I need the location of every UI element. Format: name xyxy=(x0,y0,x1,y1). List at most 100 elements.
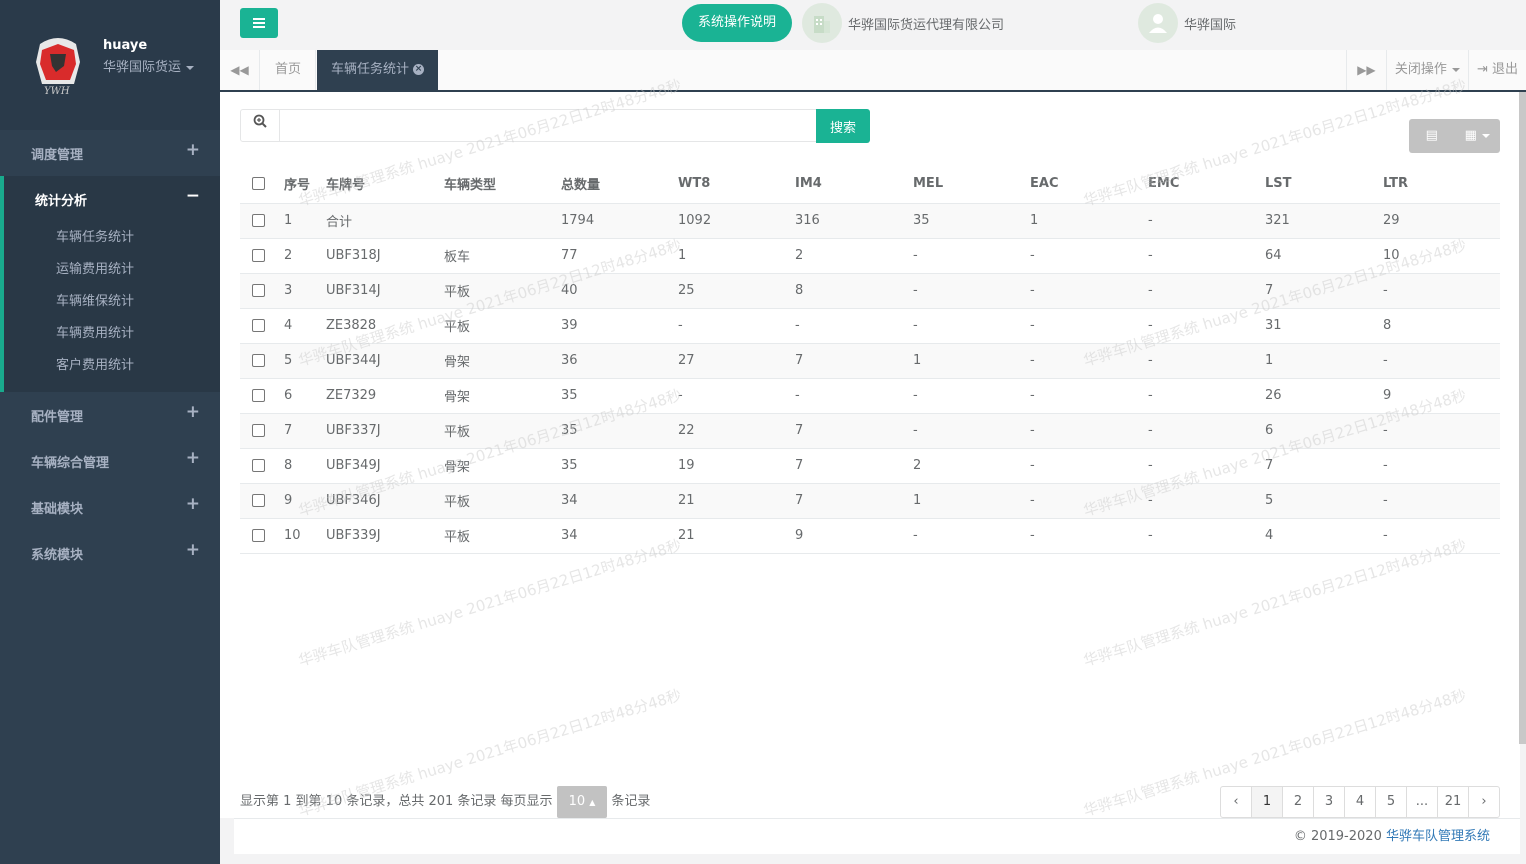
close-icon[interactable]: × xyxy=(413,64,425,75)
subnav-transport-cost[interactable]: 运输费用统计 xyxy=(4,254,220,286)
columns-dropdown-button[interactable]: ▦ xyxy=(1455,119,1501,153)
cell-eac: - xyxy=(1022,308,1140,344)
page-button[interactable]: 3 xyxy=(1313,786,1345,818)
nav-vehicle-management[interactable]: 车辆综合管理 + xyxy=(0,438,220,484)
subnav-vehicle-maintenance[interactable]: 车辆维保统计 xyxy=(4,286,220,318)
current-user[interactable]: 华骅国际 xyxy=(1138,2,1236,44)
table-row[interactable]: 5 UBF344J 骨架 36 27 7 1- -1- xyxy=(240,343,1500,379)
row-checkbox[interactable] xyxy=(252,249,265,262)
cell-im4: - xyxy=(787,378,905,414)
row-checkbox[interactable] xyxy=(252,214,265,227)
page-size-dropdown[interactable]: 10 ▲ xyxy=(556,786,608,818)
col-header-wt8[interactable]: WT8 xyxy=(670,164,787,204)
page-button[interactable]: 2 xyxy=(1282,786,1314,818)
user-name[interactable]: huaye xyxy=(103,38,147,53)
nav-system-module[interactable]: 系统模块 + xyxy=(0,530,220,576)
table-row[interactable]: 9 UBF346J 平板 34 21 7 1- -5- xyxy=(240,483,1500,519)
cell-lst: 1 xyxy=(1257,343,1375,379)
cell-mel: - xyxy=(905,378,1022,414)
close-ops-dropdown[interactable]: 关闭操作 xyxy=(1385,50,1468,90)
row-select-cell xyxy=(240,483,276,519)
sidebar: YWH huaye 华骅国际货运 调度管理 + 统计分析 − 车辆任务统计 运输… xyxy=(0,0,220,864)
page-button[interactable]: 4 xyxy=(1344,786,1376,818)
cell-mel: - xyxy=(905,308,1022,344)
tab-home[interactable]: 首页 xyxy=(261,50,317,90)
page-button[interactable]: 5 xyxy=(1375,786,1407,818)
col-header-vehicle-type[interactable]: 车辆类型 xyxy=(436,164,553,204)
cell-vehicle-type: 骨架 xyxy=(436,448,553,484)
row-checkbox[interactable] xyxy=(252,459,265,472)
plus-icon: + xyxy=(185,494,200,514)
page-prev-button[interactable]: ‹ xyxy=(1220,786,1252,818)
scrollbar[interactable] xyxy=(1519,92,1526,744)
table-row[interactable]: 6 ZE7329 骨架 35- - - - -26 9 xyxy=(240,378,1500,414)
table-row[interactable]: 3 UBF314J 平板 40 25 8- - -7- xyxy=(240,273,1500,309)
col-header-mel[interactable]: MEL xyxy=(905,164,1022,204)
subnav-vehicle-cost[interactable]: 车辆费用统计 xyxy=(4,318,220,350)
row-checkbox[interactable] xyxy=(252,319,265,332)
close-ops-label: 关闭操作 xyxy=(1394,62,1447,77)
user-org-dropdown[interactable]: 华骅国际货运 xyxy=(103,56,195,75)
cell-im4: 316 xyxy=(787,203,905,239)
col-header-ltr[interactable]: LTR xyxy=(1375,164,1500,204)
nav-label: 统计分析 xyxy=(35,194,88,209)
caret-down-icon xyxy=(1451,67,1460,72)
cell-eac: - xyxy=(1022,273,1140,309)
logout-button[interactable]: ⇥ 退出 xyxy=(1467,50,1526,90)
cell-vehicle-type: 骨架 xyxy=(436,343,553,379)
cell-im4: - xyxy=(787,308,905,344)
cell-wt8: 25 xyxy=(670,273,787,309)
subnav-vehicle-task[interactable]: 车辆任务统计 xyxy=(4,222,220,254)
cell-lst: 31 xyxy=(1257,308,1375,344)
page-next-button[interactable]: › xyxy=(1468,786,1500,818)
table-row[interactable]: 7 UBF337J 平板 35 22 7- - -6- xyxy=(240,413,1500,449)
col-header-eac[interactable]: EAC xyxy=(1022,164,1140,204)
subnav-customer-cost[interactable]: 客户费用统计 xyxy=(4,350,220,382)
tabs-scroll-right-button[interactable]: ▶▶ xyxy=(1345,50,1386,90)
row-select-cell xyxy=(240,448,276,484)
col-header-lst[interactable]: LST xyxy=(1257,164,1375,204)
col-header-im4[interactable]: IM4 xyxy=(787,164,905,204)
select-all-checkbox[interactable] xyxy=(252,176,265,190)
col-header-total[interactable]: 总数量 xyxy=(553,164,670,204)
nav-statistics[interactable]: 统计分析 − xyxy=(4,176,220,222)
table-row[interactable]: 4 ZE3828 平板 39- - - - -31 8 xyxy=(240,308,1500,344)
cell-total: 77 xyxy=(553,238,670,274)
cell-emc: - xyxy=(1140,448,1257,484)
cell-emc: - xyxy=(1140,273,1257,309)
cell-plate: UBF349J xyxy=(318,448,436,484)
col-header-plate[interactable]: 车牌号 xyxy=(318,164,436,204)
row-checkbox[interactable] xyxy=(252,529,265,542)
cell-vehicle-type: 平板 xyxy=(436,518,553,554)
row-checkbox[interactable] xyxy=(252,284,265,297)
tabs-scroll-left-button[interactable]: ◀◀ xyxy=(220,50,260,90)
menu-toggle-button[interactable] xyxy=(240,8,278,38)
row-checkbox[interactable] xyxy=(252,354,265,367)
nav-base-module[interactable]: 基础模块 + xyxy=(0,484,220,530)
cell-lst: 7 xyxy=(1257,273,1375,309)
nav-parts[interactable]: 配件管理 + xyxy=(0,392,220,438)
nav-label: 系统模块 xyxy=(31,548,84,563)
nav-dispatch[interactable]: 调度管理 + xyxy=(0,130,220,176)
company-info[interactable]: 华骅国际货运代理有限公司 xyxy=(802,2,1004,44)
col-header-index[interactable]: 序号 xyxy=(276,164,318,204)
col-header-emc[interactable]: EMC xyxy=(1140,164,1257,204)
row-checkbox[interactable] xyxy=(252,389,265,402)
table-row[interactable]: 1 合计 1794 1092 316 35 1-321 29 xyxy=(240,203,1500,239)
table-row[interactable]: 10 UBF339J 平板 34 21 9- - -4- xyxy=(240,518,1500,554)
row-checkbox[interactable] xyxy=(252,494,265,507)
list-view-button[interactable]: ▤ xyxy=(1409,119,1455,153)
system-name-link[interactable]: 华骅车队管理系统 xyxy=(1386,829,1490,844)
table-row[interactable]: 8 UBF349J 骨架 35 19 7 2- -7- xyxy=(240,448,1500,484)
tab-vehicle-task-stats[interactable]: 车辆任务统计 × xyxy=(317,50,439,90)
cell-im4: 8 xyxy=(787,273,905,309)
search-input[interactable] xyxy=(280,109,817,142)
row-checkbox[interactable] xyxy=(252,424,265,437)
cell-ltr: - xyxy=(1375,413,1500,449)
search-button[interactable]: 搜索 xyxy=(816,109,870,143)
table-row[interactable]: 2 UBF318J 板车 77 1 2- - -64 10 xyxy=(240,238,1500,274)
cell-wt8: 1092 xyxy=(670,203,787,239)
system-guide-button[interactable]: 系统操作说明 xyxy=(682,4,792,42)
page-button[interactable]: 21 xyxy=(1437,786,1469,818)
page-button[interactable]: 1 xyxy=(1251,786,1283,818)
